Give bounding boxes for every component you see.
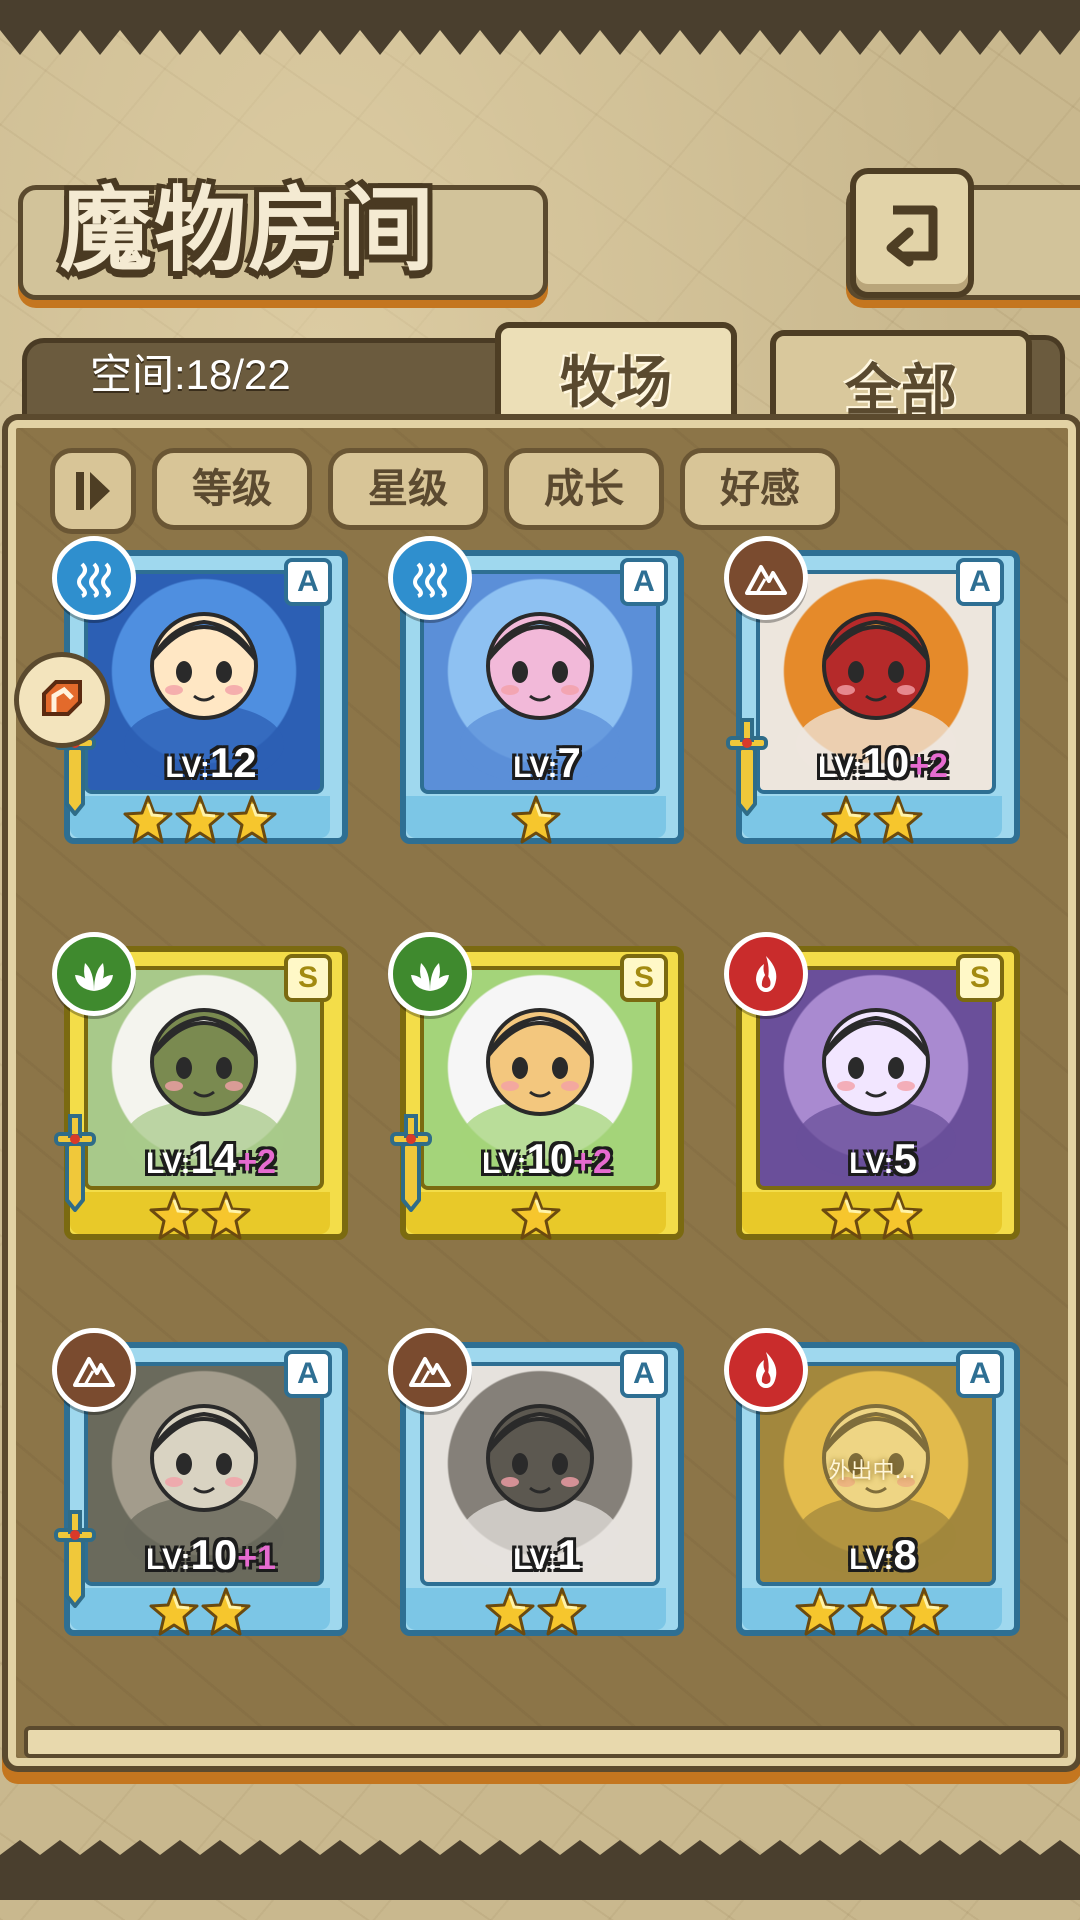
star-rating xyxy=(56,794,344,854)
star-rating xyxy=(56,1586,344,1646)
water-waves-icon xyxy=(52,536,136,620)
star-rating xyxy=(392,1586,680,1646)
rank-badge: A xyxy=(956,1350,1004,1398)
star-rating xyxy=(392,794,680,854)
rank-badge: A xyxy=(284,1350,332,1398)
leaf-icon xyxy=(388,932,472,1016)
monster-card[interactable]: S LV:10+2 xyxy=(388,932,684,1254)
star-rating xyxy=(56,1190,344,1250)
water-waves-icon xyxy=(388,536,472,620)
star-icon xyxy=(511,1191,561,1240)
monster-card[interactable]: A LV:10+1 xyxy=(52,1328,348,1650)
level-label: LV:10+2 xyxy=(482,1135,612,1182)
level-label: LV:10+1 xyxy=(146,1531,276,1578)
star-icon xyxy=(537,1587,587,1636)
monster-card[interactable]: A LV:1 xyxy=(388,1328,684,1650)
sort-level-button[interactable]: 等级 xyxy=(152,448,312,530)
rank-badge: S xyxy=(620,954,668,1002)
star-icon xyxy=(847,1587,897,1636)
star-icon xyxy=(201,1191,251,1240)
star-rating xyxy=(392,1190,680,1250)
star-rating xyxy=(728,1586,1016,1646)
star-icon xyxy=(485,1587,535,1636)
sort-affection-button[interactable]: 好感 xyxy=(680,448,840,530)
back-button[interactable] xyxy=(850,168,974,298)
mountain-icon xyxy=(724,536,808,620)
star-icon xyxy=(795,1587,845,1636)
star-icon xyxy=(201,1587,251,1636)
page-title: 魔物房间 xyxy=(60,176,437,284)
away-status: 外出中... xyxy=(828,1459,916,1484)
level-label: LV:5 xyxy=(849,1135,917,1182)
return-arrow-icon xyxy=(886,205,938,267)
star-icon xyxy=(175,795,225,844)
level-label: LV:10+2 xyxy=(818,739,948,786)
rank-badge: S xyxy=(956,954,1004,1002)
monster-card[interactable]: A LV:10+2 xyxy=(724,536,1020,858)
mountain-icon xyxy=(388,1328,472,1412)
star-icon xyxy=(821,1191,871,1240)
leaf-icon xyxy=(52,932,136,1016)
sort-order-toggle[interactable] xyxy=(50,448,136,534)
top-torn-edge xyxy=(0,0,1080,55)
level-label: LV:7 xyxy=(513,739,581,786)
rank-badge: A xyxy=(620,558,668,606)
star-icon xyxy=(227,795,277,844)
star-rating xyxy=(728,1190,1016,1250)
sort-growth-button[interactable]: 成长 xyxy=(504,448,664,530)
star-icon xyxy=(123,795,173,844)
star-icon xyxy=(899,1587,949,1636)
level-label: LV:8 xyxy=(849,1531,917,1578)
sort-toggle-icon xyxy=(76,472,110,510)
sort-stars-button[interactable]: 星级 xyxy=(328,448,488,530)
level-label: LV:14+2 xyxy=(146,1135,276,1182)
level-label: LV:1 xyxy=(513,1531,581,1578)
storage-space-count: 空间:18/22 xyxy=(90,351,291,398)
monster-card[interactable]: S LV:14+2 xyxy=(52,932,348,1254)
rank-badge: S xyxy=(284,954,332,1002)
star-icon xyxy=(149,1191,199,1240)
level-label: LV:12 xyxy=(165,739,257,786)
star-icon xyxy=(873,795,923,844)
star-icon xyxy=(149,1587,199,1636)
star-icon xyxy=(873,1191,923,1240)
star-icon xyxy=(821,795,871,844)
monster-card[interactable]: S LV:5 xyxy=(724,932,1020,1254)
bottom-torn-edge xyxy=(0,1840,1080,1900)
monster-card[interactable]: 外出中... A LV:8 xyxy=(724,1328,1020,1650)
rank-badge: A xyxy=(956,558,1004,606)
rank-badge: A xyxy=(284,558,332,606)
flame-icon xyxy=(724,1328,808,1412)
star-rating xyxy=(728,794,1016,854)
tab-ranch[interactable]: 牧场 xyxy=(495,322,737,428)
info-badge[interactable] xyxy=(14,652,110,748)
flame-icon xyxy=(724,932,808,1016)
rank-badge: A xyxy=(620,1350,668,1398)
mountain-icon xyxy=(52,1328,136,1412)
panel-bottom-bar xyxy=(24,1726,1064,1758)
arrow-marker-icon xyxy=(42,680,82,716)
star-icon xyxy=(511,795,561,844)
monster-card[interactable]: A LV:7 xyxy=(388,536,684,858)
